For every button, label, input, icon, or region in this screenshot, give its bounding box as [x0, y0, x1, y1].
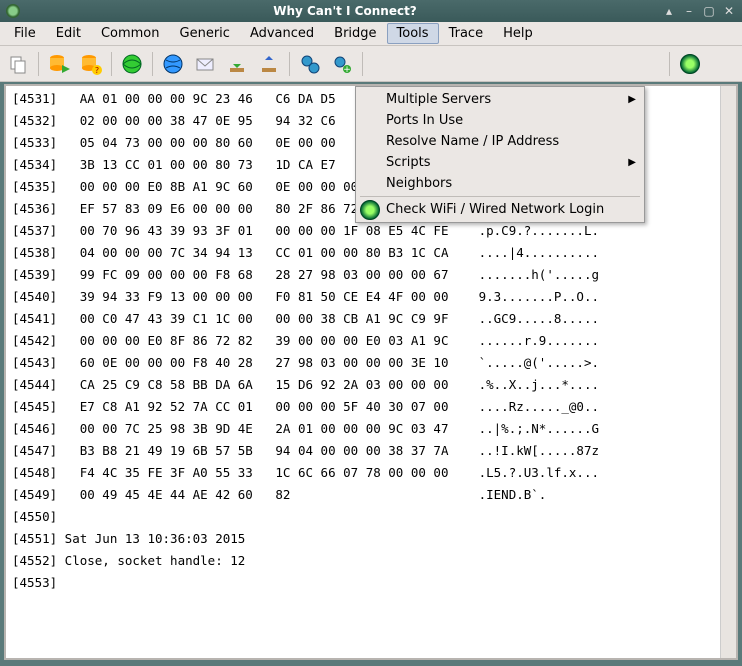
tools-menu-check-wifi[interactable]: Check WiFi / Wired Network Login [356, 199, 644, 220]
menu-bridge[interactable]: Bridge [324, 23, 386, 44]
upload-button[interactable] [255, 50, 283, 78]
wifi-check-button[interactable] [676, 50, 704, 78]
globe-blue-button[interactable] [159, 50, 187, 78]
download-button[interactable] [223, 50, 251, 78]
mail-button[interactable] [191, 50, 219, 78]
titlebar: Why Can't I Connect? ▴ – ▢ ✕ [0, 0, 742, 22]
close-icon[interactable]: ✕ [722, 4, 736, 18]
vertical-scrollbar[interactable] [720, 86, 736, 658]
submenu-arrow-icon: ▶ [628, 94, 636, 105]
maximize-icon[interactable]: ▢ [702, 4, 716, 18]
gears-add-button[interactable]: + [328, 50, 356, 78]
wifi-icon [680, 54, 700, 74]
db-play-button[interactable] [45, 50, 73, 78]
tools-menu-item[interactable]: Ports In Use [356, 110, 644, 131]
globe-green-button[interactable] [118, 50, 146, 78]
menu-trace[interactable]: Trace [439, 23, 494, 44]
gears-button[interactable] [296, 50, 324, 78]
menu-edit[interactable]: Edit [46, 23, 91, 44]
minimize-icon[interactable]: – [682, 4, 696, 18]
tools-menu-item[interactable]: Neighbors [356, 173, 644, 194]
tools-menu-dropdown: Multiple Servers▶Ports In UseResolve Nam… [355, 86, 645, 223]
menu-file[interactable]: File [4, 23, 46, 44]
menubar: FileEditCommonGenericAdvancedBridgeTools… [0, 22, 742, 46]
svg-text:?: ? [95, 66, 99, 75]
db-warn-button[interactable]: ? [77, 50, 105, 78]
toolbar: ? + [0, 46, 742, 82]
svg-text:+: + [343, 65, 351, 74]
menu-generic[interactable]: Generic [170, 23, 240, 44]
menu-tools[interactable]: Tools [387, 23, 439, 44]
log-panel: Multiple Servers▶Ports In UseResolve Nam… [4, 84, 738, 660]
rollup-icon[interactable]: ▴ [662, 4, 676, 18]
app-icon [6, 4, 20, 18]
menu-advanced[interactable]: Advanced [240, 23, 324, 44]
wifi-icon [360, 200, 380, 220]
copy-button[interactable] [4, 50, 32, 78]
tools-menu-item[interactable]: Resolve Name / IP Address [356, 131, 644, 152]
tools-menu-item[interactable]: Multiple Servers▶ [356, 89, 644, 110]
tools-menu-item[interactable]: Scripts▶ [356, 152, 644, 173]
menu-help[interactable]: Help [493, 23, 543, 44]
menu-common[interactable]: Common [91, 23, 170, 44]
window-title: Why Can't I Connect? [28, 4, 662, 18]
submenu-arrow-icon: ▶ [628, 157, 636, 168]
